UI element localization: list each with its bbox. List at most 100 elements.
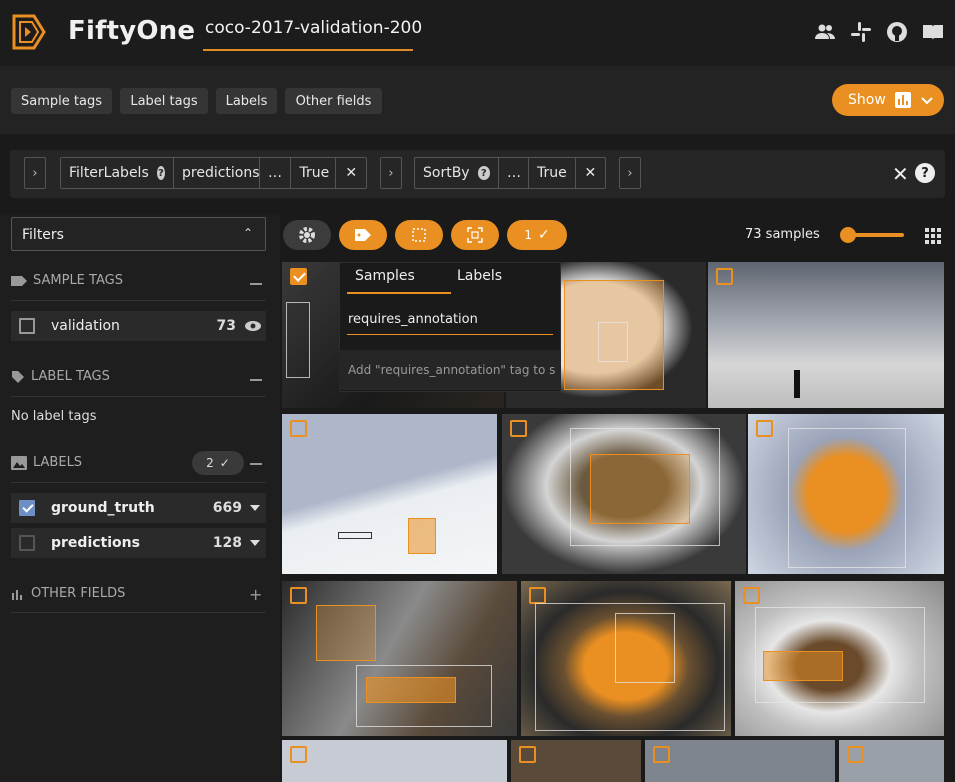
book-icon[interactable] (921, 20, 945, 44)
labels-header[interactable]: LABELS (11, 455, 82, 470)
selected-labels-badge[interactable]: 2 ✓ (192, 451, 244, 475)
sample-tile[interactable] (282, 581, 517, 736)
label-field-row[interactable]: predictions 128 (11, 528, 266, 558)
sample-tile[interactable] (645, 740, 835, 782)
filters-dropdown[interactable]: Filters ⌃ (11, 217, 266, 251)
checkbox[interactable] (19, 318, 35, 334)
tab-labels[interactable]: Labels (216, 88, 277, 114)
sample-tag-row[interactable]: validation 73 (11, 311, 266, 341)
fiftyone-logo-icon[interactable] (10, 12, 48, 52)
tab-sample-tags[interactable]: Sample tags (11, 88, 112, 114)
collapse-icon[interactable] (250, 463, 262, 465)
check-icon: ✓ (219, 456, 230, 470)
sample-tile[interactable] (839, 740, 944, 782)
sample-tile[interactable] (282, 740, 507, 782)
sample-tile[interactable] (282, 414, 497, 574)
show-button[interactable]: Show (832, 84, 944, 116)
no-label-tags-text: No label tags (11, 409, 97, 424)
expand-caret-icon[interactable] (250, 540, 260, 546)
sample-checkbox[interactable] (743, 587, 760, 604)
divider (11, 300, 266, 301)
other-fields-header[interactable]: OTHER FIELDS (11, 586, 125, 601)
sample-tile[interactable] (511, 740, 641, 782)
dataset-selector[interactable]: coco-2017-validation-200 (205, 18, 422, 38)
help-icon[interactable]: ? (915, 163, 935, 183)
tab-other-fields[interactable]: Other fields (285, 88, 382, 114)
expand-caret-icon[interactable] (250, 505, 260, 511)
zoom-slider-handle[interactable] (840, 227, 856, 243)
sample-tags-header[interactable]: SAMPLE TAGS (11, 273, 123, 288)
check-icon: ✓ (537, 227, 550, 243)
collapse-icon[interactable] (250, 283, 262, 285)
selected-samples-button[interactable]: 1 ✓ (507, 220, 567, 250)
clear-view-icon[interactable]: ✕ (892, 162, 909, 186)
active-tab-indicator (347, 292, 451, 294)
sample-checkbox[interactable] (653, 746, 670, 763)
image-icon (11, 455, 27, 470)
tab-samples[interactable]: Samples (355, 268, 415, 284)
checkbox[interactable] (19, 535, 35, 551)
collapse-icon[interactable] (250, 379, 262, 381)
help-icon: ? (156, 166, 165, 180)
sample-tile[interactable] (748, 414, 944, 574)
label-tag-icon (12, 370, 24, 383)
stage-param-field[interactable]: predictions (174, 158, 260, 188)
grid-icon[interactable] (925, 228, 941, 244)
chevron-up-icon: ⌃ (242, 226, 253, 240)
view-stage-add-1[interactable]: › (24, 157, 46, 189)
field-count: 128 (212, 535, 242, 551)
add-tag-option[interactable]: Add "requires_annotation" tag to s (339, 350, 561, 390)
tag-input[interactable]: requires_annotation (348, 312, 478, 327)
close-icon[interactable]: ✕ (336, 158, 366, 188)
stage-param-reverse[interactable]: True (529, 158, 576, 188)
stage-param-field[interactable]: … (499, 158, 529, 188)
sample-checkbox[interactable] (519, 746, 536, 763)
sample-checkbox[interactable] (529, 587, 546, 604)
show-label: Show (848, 92, 886, 108)
gear-icon (299, 227, 315, 243)
view-stage-add-3[interactable]: › (619, 157, 641, 189)
tag-name: validation (51, 318, 120, 334)
patches-button[interactable] (395, 220, 443, 250)
header-icons (813, 20, 945, 44)
sample-checkbox[interactable] (290, 268, 307, 285)
app-brand: FiftyOne (68, 16, 196, 46)
close-icon[interactable]: ✕ (576, 158, 605, 188)
sample-tile[interactable] (502, 414, 746, 574)
slack-icon[interactable] (849, 20, 873, 44)
sample-checkbox[interactable] (716, 268, 733, 285)
tab-labels[interactable]: Labels (457, 268, 502, 284)
checkbox[interactable] (19, 500, 35, 516)
tag-icon (11, 275, 27, 286)
view-stage-add-2[interactable]: › (380, 157, 402, 189)
sample-tile[interactable] (735, 581, 944, 736)
sample-checkbox[interactable] (290, 420, 307, 437)
sample-tile[interactable] (521, 581, 731, 736)
samples-count: 73 samples (745, 227, 820, 242)
tag-count: 73 (216, 318, 236, 334)
github-icon[interactable] (885, 20, 909, 44)
eye-icon[interactable] (244, 320, 262, 332)
tag-icon (355, 229, 371, 241)
tag-samples-button[interactable] (339, 220, 387, 250)
users-icon[interactable] (813, 20, 837, 44)
field-count: 669 (212, 500, 242, 516)
sample-tile[interactable] (708, 262, 944, 408)
stage-filter-labels[interactable]: FilterLabels? predictions … True ✕ (60, 157, 367, 189)
sample-checkbox[interactable] (510, 420, 527, 437)
sample-checkbox[interactable] (290, 587, 307, 604)
label-tags-header[interactable]: LABEL TAGS (11, 369, 110, 384)
label-field-row[interactable]: ground_truth 669 (11, 493, 266, 523)
stage-sort-by[interactable]: SortBy? … True ✕ (414, 157, 606, 189)
expand-plus-icon[interactable]: + (249, 585, 262, 604)
stage-param-only-matches[interactable]: True (291, 158, 337, 188)
stage-name-filterlabels: FilterLabels? (61, 158, 174, 188)
stage-param-filter[interactable]: … (260, 158, 292, 188)
sample-checkbox[interactable] (847, 746, 864, 763)
settings-button[interactable] (283, 220, 331, 250)
sample-checkbox[interactable] (290, 746, 307, 763)
similarity-button[interactable] (451, 220, 499, 250)
sample-checkbox[interactable] (756, 420, 773, 437)
stage-name-sortby: SortBy? (415, 158, 499, 188)
tab-label-tags[interactable]: Label tags (120, 88, 208, 114)
